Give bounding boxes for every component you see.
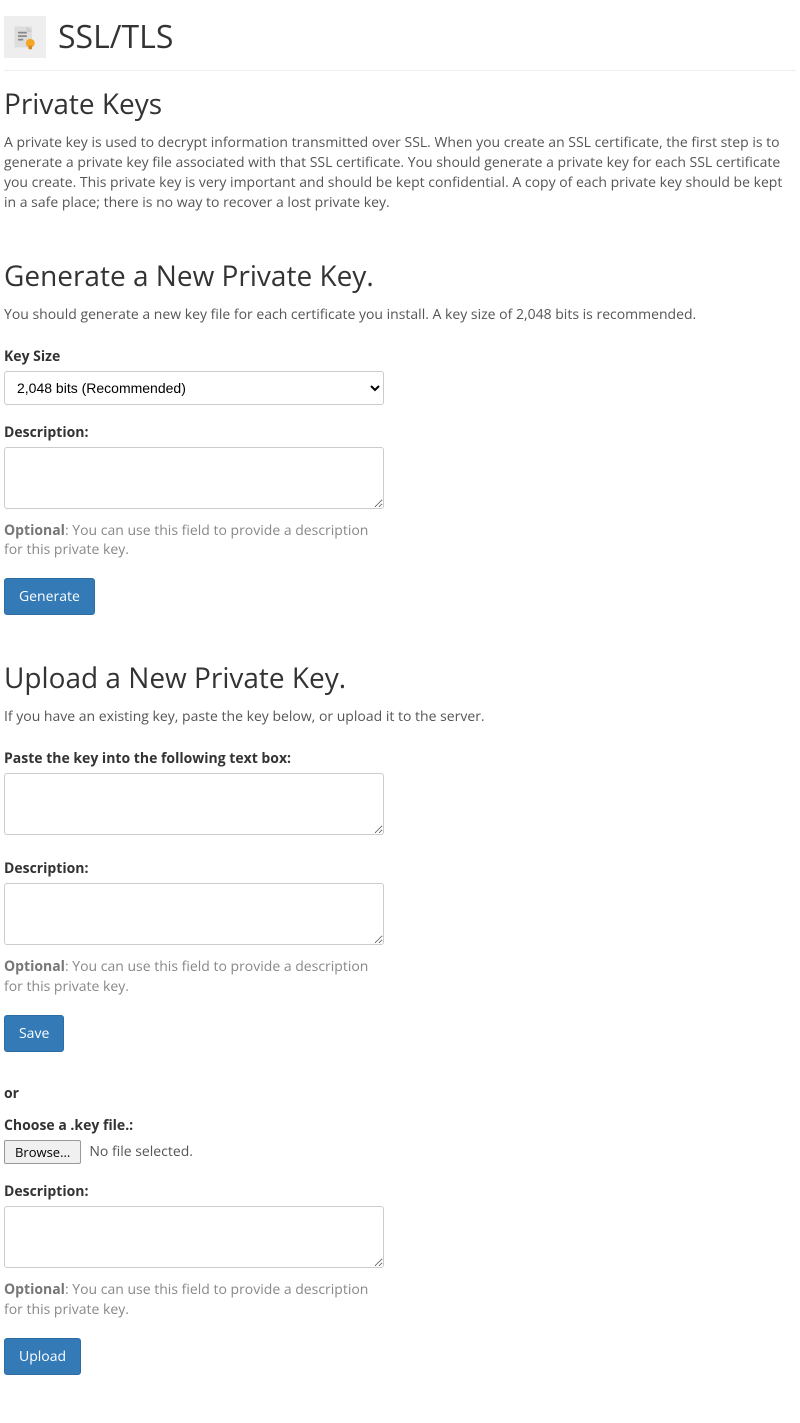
label-key-size: Key Size [4, 347, 796, 367]
help-file-description: Optional: You can use this field to prov… [4, 1280, 384, 1320]
field-key-size: Key Size 2,048 bits (Recommended) [4, 347, 796, 405]
or-text: or [4, 1084, 796, 1104]
heading-private-keys: Private Keys [4, 85, 796, 125]
field-upload-description: Description: Optional: You can use this … [4, 859, 796, 997]
textarea-file-description[interactable] [4, 1206, 384, 1268]
label-paste-key: Paste the key into the following text bo… [4, 749, 796, 769]
generate-button[interactable]: Generate [4, 578, 95, 615]
help-generate-description: Optional: You can use this field to prov… [4, 521, 384, 561]
section-generate: Generate a New Private Key. You should g… [4, 257, 796, 616]
field-paste-key: Paste the key into the following text bo… [4, 749, 796, 841]
label-upload-description: Description: [4, 859, 796, 879]
page-title: SSL/TLS [58, 14, 173, 60]
save-button[interactable]: Save [4, 1015, 64, 1052]
heading-generate: Generate a New Private Key. [4, 257, 796, 297]
textarea-upload-description[interactable] [4, 883, 384, 945]
field-generate-description: Description: Optional: You can use this … [4, 423, 796, 561]
field-file-description: Description: Optional: You can use this … [4, 1182, 796, 1320]
help-upload-description: Optional: You can use this field to prov… [4, 957, 384, 997]
file-status: No file selected. [89, 1142, 193, 1162]
desc-private-keys: A private key is used to decrypt informa… [4, 133, 796, 213]
textarea-generate-description[interactable] [4, 447, 384, 509]
textarea-paste-key[interactable] [4, 773, 384, 835]
field-choose-file: Choose a .key file.: Browse... No file s… [4, 1116, 796, 1164]
desc-upload: If you have an existing key, paste the k… [4, 707, 796, 727]
select-key-size[interactable]: 2,048 bits (Recommended) [4, 371, 384, 405]
label-choose-file: Choose a .key file.: [4, 1116, 796, 1136]
label-file-description: Description: [4, 1182, 796, 1202]
upload-button[interactable]: Upload [4, 1338, 81, 1375]
ssl-tls-icon [4, 16, 46, 58]
browse-button[interactable]: Browse... [4, 1140, 81, 1164]
label-generate-description: Description: [4, 423, 796, 443]
section-private-keys: Private Keys A private key is used to de… [4, 85, 796, 213]
section-upload: Upload a New Private Key. If you have an… [4, 659, 796, 1375]
heading-upload: Upload a New Private Key. [4, 659, 796, 699]
desc-generate: You should generate a new key file for e… [4, 305, 796, 325]
page-header: SSL/TLS [4, 4, 796, 71]
